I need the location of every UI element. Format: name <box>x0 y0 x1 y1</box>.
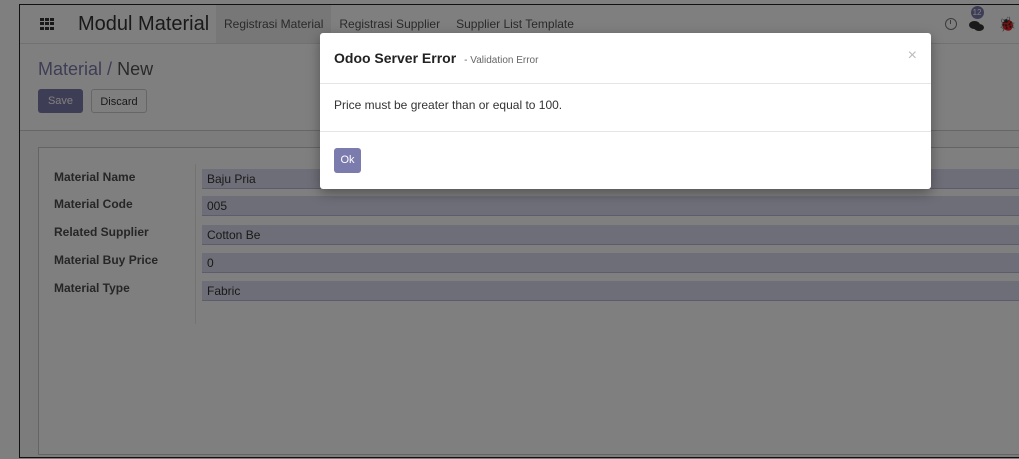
error-dialog: Odoo Server Error - Validation Error × Pr… <box>320 33 931 189</box>
modal-backdrop[interactable]: Odoo Server Error - Validation Error × Pr… <box>0 0 1019 459</box>
dialog-subtitle: - Validation Error <box>464 55 539 66</box>
dialog-message: Price must be greater than or equal to 1… <box>334 98 563 112</box>
dialog-title-text: Odoo Server Error <box>334 50 457 66</box>
ok-button[interactable]: Ok <box>334 148 361 173</box>
close-icon[interactable]: × <box>908 47 917 65</box>
dialog-title: Odoo Server Error - Validation Error <box>334 50 538 66</box>
dialog-footer: Ok <box>320 131 931 190</box>
dialog-header: Odoo Server Error - Validation Error × <box>320 33 931 84</box>
